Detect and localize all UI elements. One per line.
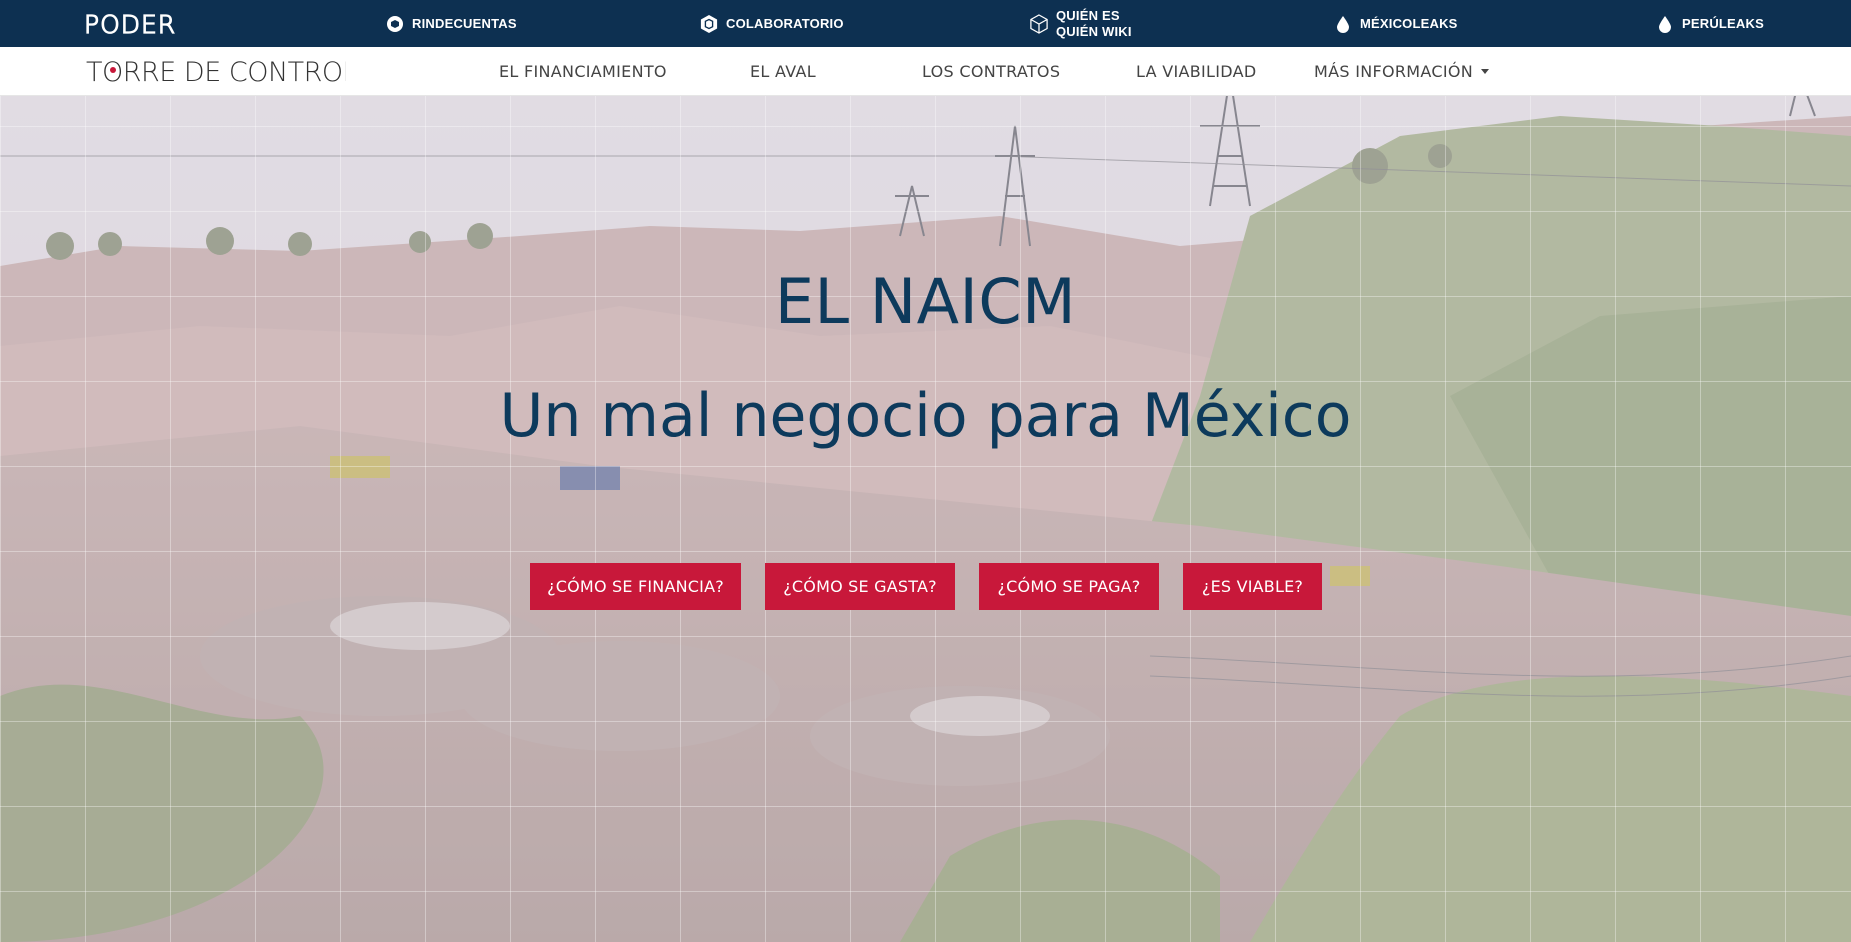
nav-label: MÁS INFORMACIÓN — [1314, 62, 1474, 81]
colaboratorio-label: COLABORATORIO — [726, 16, 844, 31]
drop-icon — [1334, 15, 1352, 33]
drop-icon — [1656, 15, 1674, 33]
rindecuentas-label: RINDECUENTAS — [412, 16, 517, 31]
nav-label: EL AVAL — [750, 62, 816, 81]
mexicoleaks-link[interactable]: MÉXICOLEAKS — [1334, 0, 1458, 47]
colaboratorio-link[interactable]: COLABORATORIO — [700, 0, 844, 47]
main-navbar: TORRE DE CONTROL EL FINANCIAMIENTO EL AV… — [0, 47, 1851, 96]
nav-mas-informacion-dropdown[interactable]: MÁS INFORMACIÓN — [1314, 47, 1490, 96]
rindecuentas-icon — [386, 15, 404, 33]
cube-icon — [1030, 13, 1048, 34]
rindecuentas-link[interactable]: RINDECUENTAS — [386, 0, 517, 47]
poder-logo-icon: PODER — [83, 9, 176, 39]
nav-los-contratos[interactable]: LOS CONTRATOS — [922, 47, 1060, 96]
quien-wiki-label: QUIÉN WIKI — [1056, 23, 1132, 39]
top-network-bar: PODER RINDECUENTAS COLABORATORIO QUIÉN E… — [0, 0, 1851, 47]
como-se-paga-button[interactable]: ¿CÓMO SE PAGA? — [979, 563, 1159, 610]
caret-down-icon — [1481, 69, 1490, 74]
nav-label: LOS CONTRATOS — [922, 62, 1061, 81]
quien-es-label: QUIÉN ES — [1056, 7, 1120, 23]
nav-el-financiamiento[interactable]: EL FINANCIAMIENTO — [499, 47, 667, 96]
es-viable-button[interactable]: ¿ES VIABLE? — [1183, 563, 1322, 610]
peruleaks-label: PERÚLEAKS — [1682, 16, 1764, 31]
quien-es-quien-wiki-link[interactable]: QUIÉN ES QUIÉN WIKI — [1030, 0, 1132, 47]
svg-text:TORRE DE CONTROL: TORRE DE CONTROL — [86, 57, 346, 88]
hero-section: EL NAICM Un mal negocio para México ¿CÓM… — [0, 96, 1851, 942]
nav-el-aval[interactable]: EL AVAL — [750, 47, 816, 96]
peruleaks-link[interactable]: PERÚLEAKS — [1656, 0, 1764, 47]
mexicoleaks-label: MÉXICOLEAKS — [1360, 16, 1458, 31]
nav-la-viabilidad[interactable]: LA VIABILIDAD — [1136, 47, 1256, 96]
como-se-financia-button[interactable]: ¿CÓMO SE FINANCIA? — [530, 563, 741, 610]
hero-grid-overlay — [0, 96, 1851, 942]
svg-text:PODER: PODER — [84, 11, 176, 37]
hero-title: EL NAICM — [774, 265, 1077, 338]
colaboratorio-icon — [700, 14, 718, 33]
poder-logo[interactable]: PODER — [83, 9, 200, 39]
hero-subtitle: Un mal negocio para México — [499, 381, 1352, 451]
nav-label: EL FINANCIAMIENTO — [499, 62, 667, 81]
torre-de-control-brand[interactable]: TORRE DE CONTROL — [86, 55, 346, 89]
torre-de-control-logo-icon: TORRE DE CONTROL — [86, 57, 346, 88]
como-se-gasta-button[interactable]: ¿CÓMO SE GASTA? — [765, 563, 955, 610]
nav-label: LA VIABILIDAD — [1136, 62, 1257, 81]
